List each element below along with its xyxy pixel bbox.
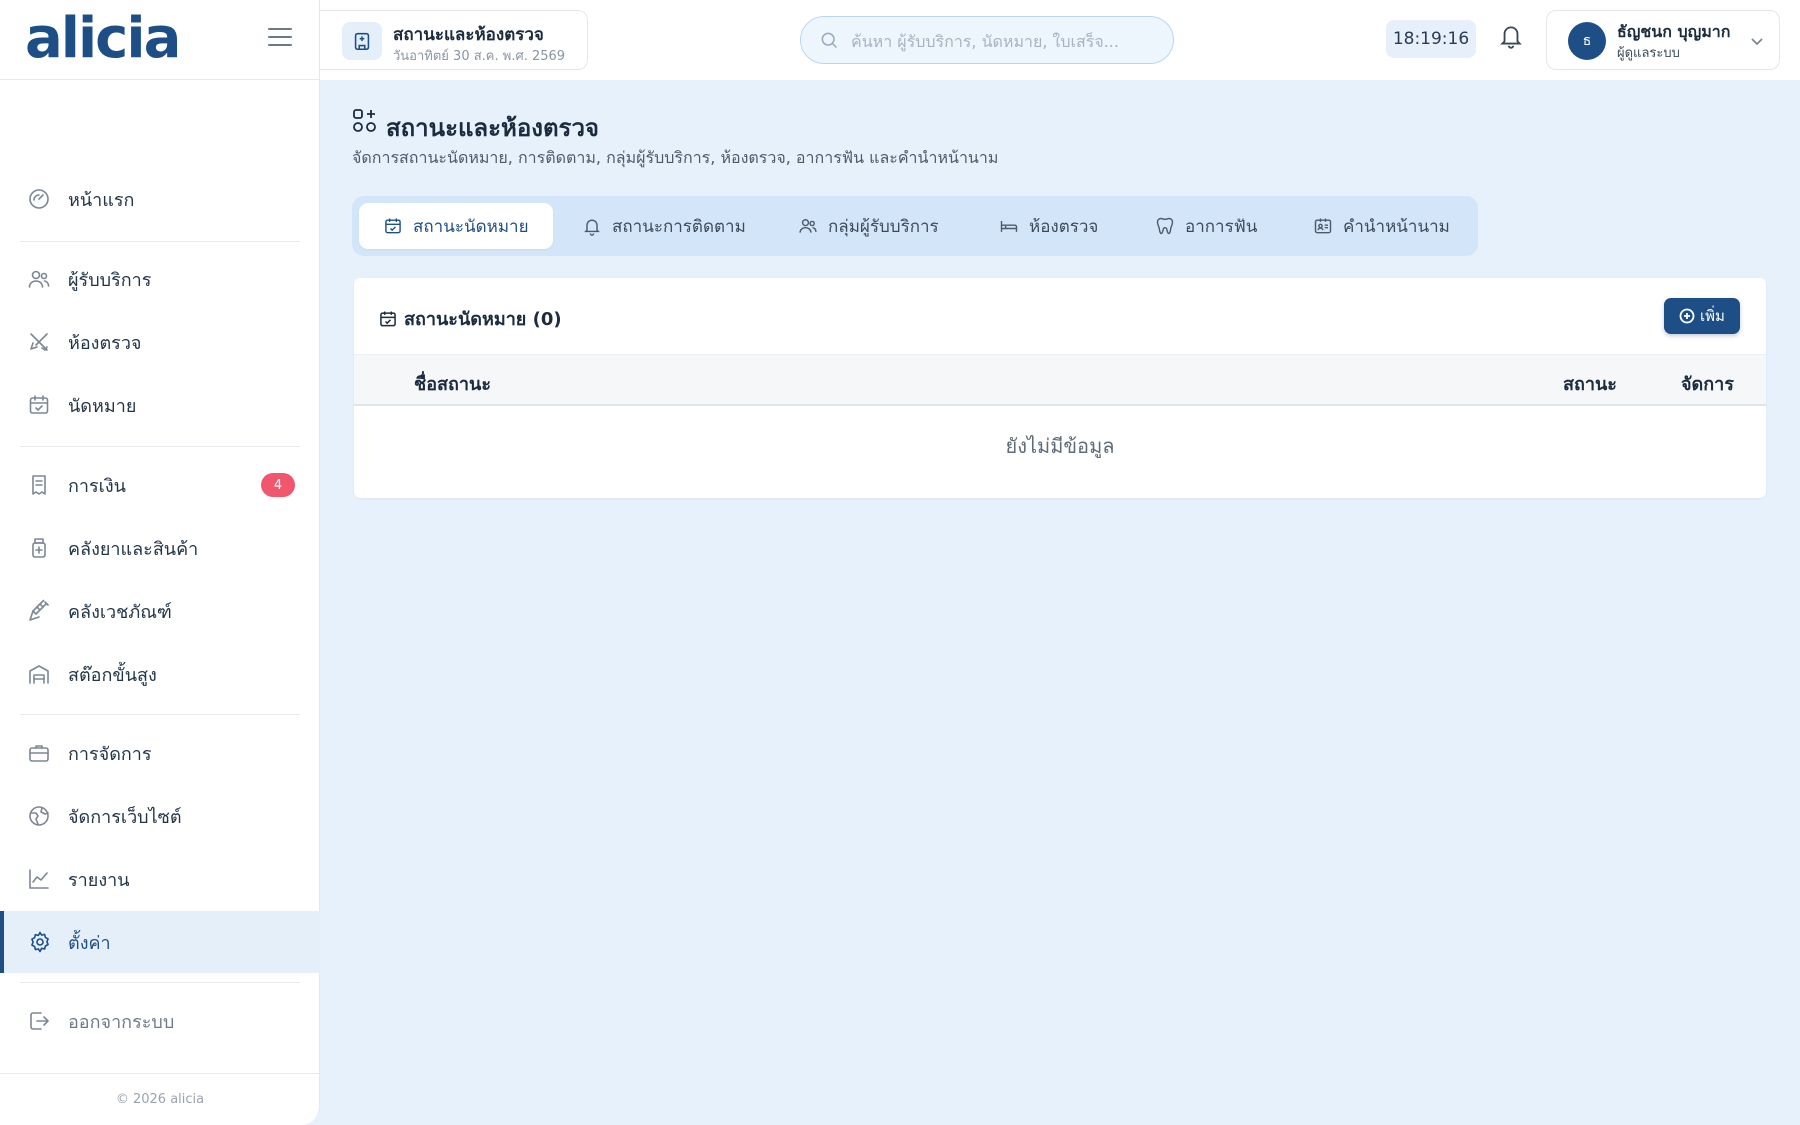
tab-label: ห้องตรวจ [1029, 216, 1099, 237]
sidebar-item-label: ออกจากระบบ [68, 1011, 175, 1033]
tooth-icon [1156, 217, 1174, 235]
tab-label: คำนำหน้านาม [1343, 216, 1450, 237]
sidebar-item-medical-supplies[interactable]: คลังเวชภัณฑ์ [0, 580, 320, 642]
plus-circle-icon [1679, 308, 1695, 324]
users-icon [27, 267, 51, 291]
sidebar-item-management[interactable]: การจัดการ [0, 722, 320, 784]
clock: 18:19:16 [1386, 20, 1476, 58]
hospital-icon [342, 22, 382, 60]
sidebar-divider [20, 982, 300, 983]
sidebar-item-label: ห้องตรวจ [68, 332, 142, 354]
global-search-input[interactable]: ค้นหา ผู้รับบริการ, นัดหมาย, ใบเสร็จ... [800, 16, 1174, 64]
sidebar-divider [20, 241, 300, 242]
warehouse-icon [27, 662, 51, 686]
tab-label: สถานะการติดตาม [612, 216, 746, 237]
receipt-icon [27, 473, 51, 497]
calendar-check-icon [385, 218, 401, 234]
current-date: วันอาทิตย์ 30 ส.ค. พ.ศ. 2569 [393, 49, 566, 64]
sidebar-item-label: คลังยาและสินค้า [68, 538, 199, 560]
logout-icon [27, 1009, 51, 1033]
user-menu[interactable]: ธ ธัญชนก บุญมาก ผู้ดูแลระบบ [1546, 10, 1780, 70]
avatar: ธ [1568, 22, 1606, 60]
tab-label: สถานะนัดหมาย [413, 216, 529, 237]
sidebar-item-label: หน้าแรก [68, 189, 135, 211]
sidebar-divider [20, 714, 300, 715]
column-header-status: สถานะ [1563, 374, 1617, 395]
sidebar-item-logout[interactable]: ออกจากระบบ [0, 990, 320, 1052]
app-logo[interactable]: alicia [25, 6, 181, 72]
card-title: สถานะนัดหมาย (0) [378, 304, 562, 333]
chevron-down-icon [1749, 33, 1765, 49]
tab-label: กลุ่มผู้รับบริการ [828, 216, 939, 237]
card-title-text: สถานะนัดหมาย (0) [404, 309, 562, 330]
sidebar-item-label: ผู้รับบริการ [68, 269, 152, 291]
empty-state: ยังไม่มีข้อมูล [1005, 434, 1115, 458]
appointment-status-card: สถานะนัดหมาย (0) เพิ่ม ชื่อสถานะ สถานะ จ… [354, 278, 1766, 498]
tools-icon [27, 330, 51, 354]
sidebar-item-label: สต๊อกขั้นสูง [68, 664, 157, 686]
user-role: ผู้ดูแลระบบ [1617, 46, 1680, 61]
id-card-icon [1314, 218, 1332, 234]
bell-icon [584, 219, 600, 236]
sidebar-item-exam-room[interactable]: ห้องตรวจ [0, 311, 320, 373]
current-page-title: สถานะและห้องตรวจ [393, 25, 544, 45]
calendar-check-icon [380, 311, 396, 326]
tab-followup-status[interactable]: สถานะการติดตาม [582, 203, 762, 249]
table-header: ชื่อสถานะ สถานะ จัดการ [354, 354, 1766, 406]
globe-icon [27, 804, 51, 828]
sidebar-item-website[interactable]: จัดการเว็บไซต์ [0, 785, 320, 847]
users-icon [799, 219, 817, 233]
syringe-icon [27, 599, 51, 623]
sidebar-item-finance[interactable]: การเงิน 4 [0, 454, 320, 516]
add-button-label: เพิ่ม [1700, 307, 1725, 325]
column-header-name: ชื่อสถานะ [414, 374, 491, 395]
sidebar-item-settings[interactable]: ตั้งค่า [0, 911, 320, 973]
sidebar-item-reports[interactable]: รายงาน [0, 848, 320, 910]
chart-icon [27, 867, 51, 891]
add-button[interactable]: เพิ่ม [1664, 298, 1740, 334]
tab-client-groups[interactable]: กลุ่มผู้รับบริการ [798, 203, 968, 249]
sidebar-item-clients[interactable]: ผู้รับบริการ [0, 248, 320, 310]
sidebar-item-label: จัดการเว็บไซต์ [68, 806, 182, 828]
sidebar-item-label: ตั้งค่า [68, 932, 111, 954]
sidebar-item-appointments[interactable]: นัดหมาย [0, 374, 320, 436]
tab-tooth-conditions[interactable]: อาการฟัน [1155, 203, 1275, 249]
calendar-icon [27, 393, 51, 417]
sidebar-item-label: การเงิน [68, 475, 126, 497]
page-title: สถานะและห้องตรวจ [386, 114, 599, 142]
notification-bell-icon[interactable] [1498, 22, 1524, 52]
sidebar-divider [20, 446, 300, 447]
widgets-icon [352, 108, 378, 134]
tab-label: อาการฟัน [1185, 216, 1258, 237]
settings-tabs: สถานะนัดหมาย สถานะการติดตาม กลุ่มผู้รับบ… [352, 196, 1478, 256]
search-icon [821, 32, 838, 49]
briefcase-icon [27, 741, 51, 765]
logo-bar: alicia [0, 0, 319, 80]
topbar: สถานะและห้องตรวจ วันอาทิตย์ 30 ส.ค. พ.ศ.… [320, 0, 1800, 80]
sidebar-item-label: การจัดการ [68, 743, 152, 765]
sidebar-item-label: นัดหมาย [68, 395, 137, 417]
sidebar-item-pharmacy[interactable]: คลังยาและสินค้า [0, 517, 320, 579]
medicine-icon [27, 536, 51, 560]
finance-count-badge: 4 [261, 473, 295, 497]
search-placeholder: ค้นหา ผู้รับบริการ, นัดหมาย, ใบเสร็จ... [851, 32, 1119, 51]
current-page-chip: สถานะและห้องตรวจ วันอาทิตย์ 30 ส.ค. พ.ศ.… [320, 10, 588, 70]
sidebar-footer: © 2026 alicia [0, 1073, 320, 1125]
bed-icon [1000, 221, 1018, 232]
tab-appointment-status[interactable]: สถานะนัดหมาย [359, 203, 553, 249]
gear-icon [28, 930, 52, 954]
sidebar: alicia หน้าแรก ผู้รับบริการ ห้องตรวจ นัด… [0, 0, 320, 1125]
sidebar-item-label: รายงาน [68, 869, 130, 891]
sidebar-item-home[interactable]: หน้าแรก [0, 168, 320, 230]
column-header-actions: จัดการ [1681, 374, 1734, 395]
sidebar-item-advanced-stock[interactable]: สต๊อกขั้นสูง [0, 643, 320, 705]
tab-exam-rooms[interactable]: ห้องตรวจ [999, 203, 1119, 249]
page-subtitle: จัดการสถานะนัดหมาย, การติดตาม, กลุ่มผู้ร… [352, 148, 999, 167]
dashboard-icon [27, 187, 51, 211]
menu-toggle-icon[interactable] [268, 28, 292, 48]
tab-name-prefixes[interactable]: คำนำหน้านาม [1313, 203, 1463, 249]
sidebar-item-label: คลังเวชภัณฑ์ [68, 601, 172, 623]
